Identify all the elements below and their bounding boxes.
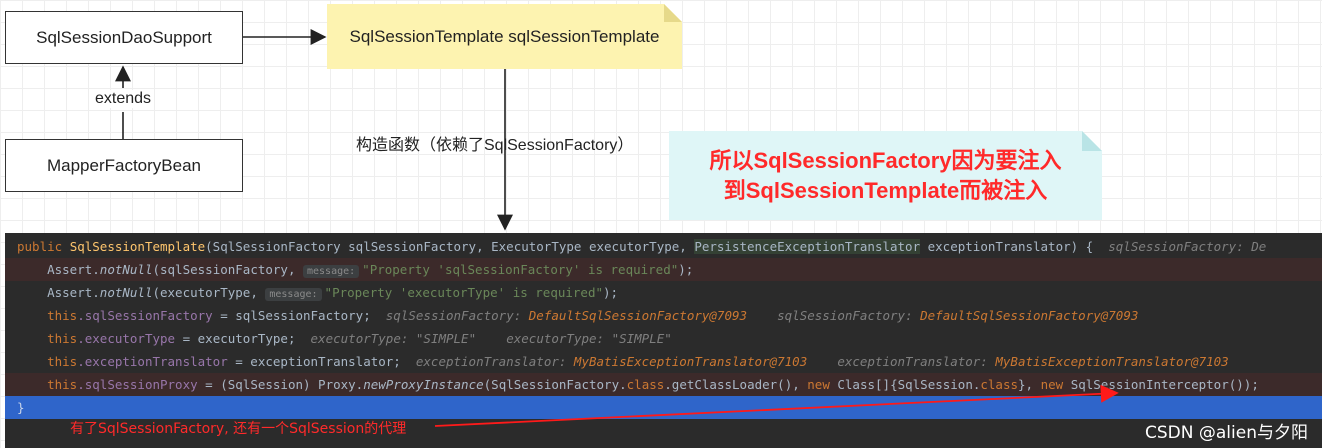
arrow-annotation-to-interceptor: [434, 384, 1119, 427]
connector-overlay: [115, 29, 1119, 427]
